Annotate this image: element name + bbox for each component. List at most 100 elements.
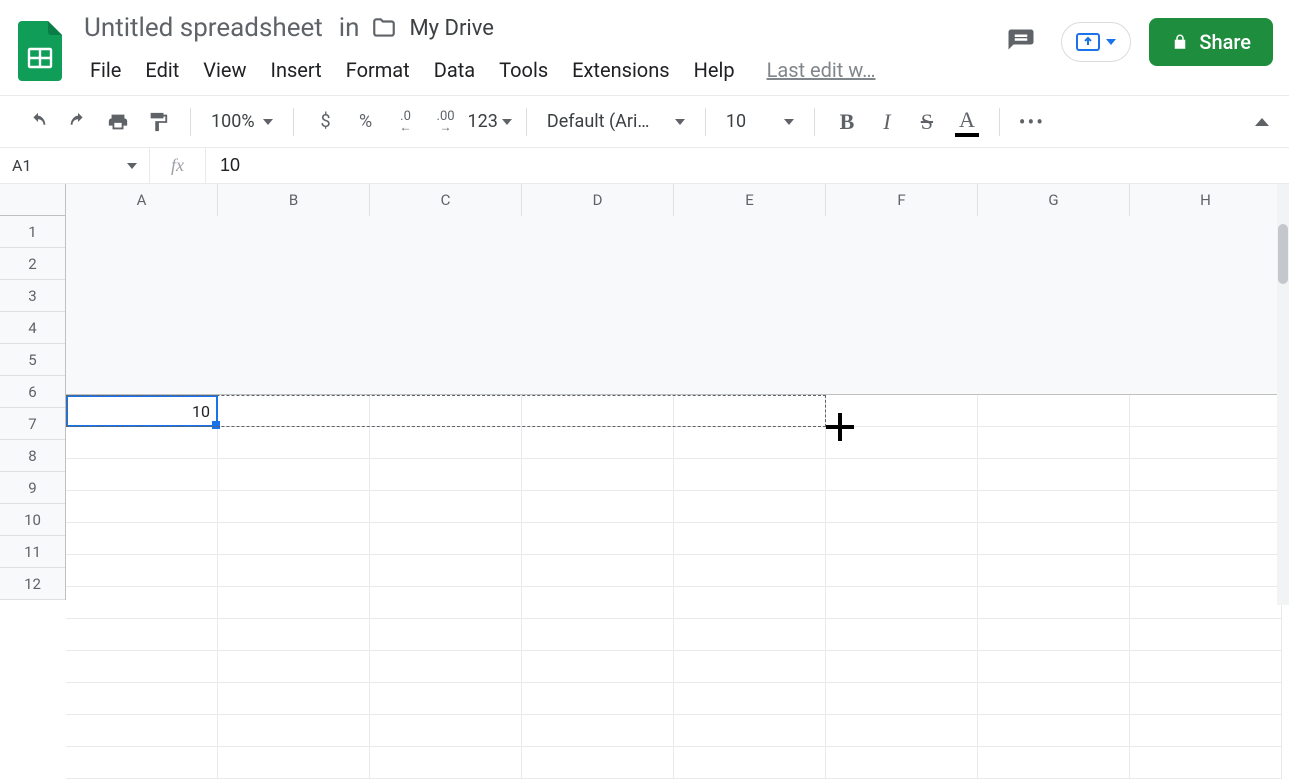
number-format-select[interactable]: 123 — [468, 111, 512, 132]
row-header-10[interactable]: 10 — [0, 504, 65, 536]
menu-tools[interactable]: Tools — [489, 52, 558, 88]
menu-view[interactable]: View — [193, 52, 256, 88]
cell-A11[interactable] — [66, 715, 218, 747]
cell-G10[interactable] — [978, 683, 1130, 715]
share-button[interactable]: Share — [1149, 18, 1273, 66]
cell-F11[interactable] — [826, 715, 978, 747]
cell-C5[interactable] — [370, 523, 522, 555]
cell-E6[interactable] — [674, 555, 826, 587]
column-header-B[interactable]: B — [218, 184, 370, 216]
cell-C2[interactable] — [370, 427, 522, 459]
drive-location[interactable]: My Drive — [409, 16, 494, 41]
cell-C7[interactable] — [370, 587, 522, 619]
cell-B7[interactable] — [218, 587, 370, 619]
cell-D11[interactable] — [522, 715, 674, 747]
menu-data[interactable]: Data — [424, 52, 485, 88]
scrollbar-thumb[interactable] — [1278, 224, 1288, 284]
cell-A9[interactable] — [66, 651, 218, 683]
cell-A3[interactable] — [66, 459, 218, 491]
cell-C9[interactable] — [370, 651, 522, 683]
cell-F5[interactable] — [826, 523, 978, 555]
cell-F6[interactable] — [826, 555, 978, 587]
cell-E8[interactable] — [674, 619, 826, 651]
column-header-F[interactable]: F — [826, 184, 978, 216]
formula-input[interactable] — [206, 148, 1289, 183]
cell-E10[interactable] — [674, 683, 826, 715]
cell-D10[interactable] — [522, 683, 674, 715]
undo-button[interactable] — [20, 104, 56, 140]
cell-B11[interactable] — [218, 715, 370, 747]
cell-H11[interactable] — [1130, 715, 1282, 747]
column-header-C[interactable]: C — [370, 184, 522, 216]
cell-B9[interactable] — [218, 651, 370, 683]
cell-A2[interactable] — [66, 427, 218, 459]
row-header-9[interactable]: 9 — [0, 472, 65, 504]
cell-H2[interactable] — [1130, 427, 1282, 459]
redo-button[interactable] — [60, 104, 96, 140]
more-tools-button[interactable]: ••• — [1014, 104, 1050, 140]
font-select[interactable]: Default (Ari… — [541, 107, 691, 136]
cell-D5[interactable] — [522, 523, 674, 555]
cell-B12[interactable] — [218, 747, 370, 779]
text-color-button[interactable]: A — [949, 104, 985, 140]
cell-A10[interactable] — [66, 683, 218, 715]
cell-D1[interactable] — [522, 395, 674, 427]
column-header-H[interactable]: H — [1130, 184, 1282, 216]
column-header-A[interactable]: A — [66, 184, 218, 216]
cell-E2[interactable] — [674, 427, 826, 459]
cell-C4[interactable] — [370, 491, 522, 523]
cell-G4[interactable] — [978, 491, 1130, 523]
cell-D4[interactable] — [522, 491, 674, 523]
cell-D12[interactable] — [522, 747, 674, 779]
row-header-1[interactable]: 1 — [0, 216, 65, 248]
cell-E12[interactable] — [674, 747, 826, 779]
row-header-8[interactable]: 8 — [0, 440, 65, 472]
font-size-select[interactable]: 10 — [720, 107, 800, 136]
cell-B8[interactable] — [218, 619, 370, 651]
cell-C1[interactable] — [370, 395, 522, 427]
cell-B1[interactable] — [218, 395, 370, 427]
cell-A1[interactable]: 10 — [66, 395, 218, 427]
cell-G6[interactable] — [978, 555, 1130, 587]
cell-E3[interactable] — [674, 459, 826, 491]
cell-G3[interactable] — [978, 459, 1130, 491]
cell-A6[interactable] — [66, 555, 218, 587]
row-header-5[interactable]: 5 — [0, 344, 65, 376]
comments-button[interactable] — [999, 20, 1043, 64]
collapse-toolbar-button[interactable] — [1255, 118, 1269, 126]
cell-E4[interactable] — [674, 491, 826, 523]
cell-H6[interactable] — [1130, 555, 1282, 587]
cell-C3[interactable] — [370, 459, 522, 491]
cell-G8[interactable] — [978, 619, 1130, 651]
cell-D8[interactable] — [522, 619, 674, 651]
menu-insert[interactable]: Insert — [261, 52, 332, 88]
cell-F1[interactable] — [826, 395, 978, 427]
row-header-7[interactable]: 7 — [0, 408, 65, 440]
cell-H5[interactable] — [1130, 523, 1282, 555]
menu-extensions[interactable]: Extensions — [562, 52, 679, 88]
cell-F4[interactable] — [826, 491, 978, 523]
doc-title[interactable]: Untitled spreadsheet — [80, 11, 327, 45]
cell-H10[interactable] — [1130, 683, 1282, 715]
cell-G7[interactable] — [978, 587, 1130, 619]
cell-H3[interactable] — [1130, 459, 1282, 491]
cell-B5[interactable] — [218, 523, 370, 555]
cell-F12[interactable] — [826, 747, 978, 779]
cell-B2[interactable] — [218, 427, 370, 459]
cell-A4[interactable] — [66, 491, 218, 523]
cell-C6[interactable] — [370, 555, 522, 587]
format-percent-button[interactable]: % — [348, 104, 384, 140]
format-currency-button[interactable]: $ — [308, 104, 344, 140]
cell-F9[interactable] — [826, 651, 978, 683]
cell-C11[interactable] — [370, 715, 522, 747]
cell-A12[interactable] — [66, 747, 218, 779]
cell-G1[interactable] — [978, 395, 1130, 427]
name-box[interactable]: A1 — [0, 148, 150, 183]
cell-G2[interactable] — [978, 427, 1130, 459]
cell-E7[interactable] — [674, 587, 826, 619]
italic-button[interactable]: I — [869, 104, 905, 140]
menu-help[interactable]: Help — [684, 52, 745, 88]
cell-G11[interactable] — [978, 715, 1130, 747]
cell-B3[interactable] — [218, 459, 370, 491]
column-header-G[interactable]: G — [978, 184, 1130, 216]
